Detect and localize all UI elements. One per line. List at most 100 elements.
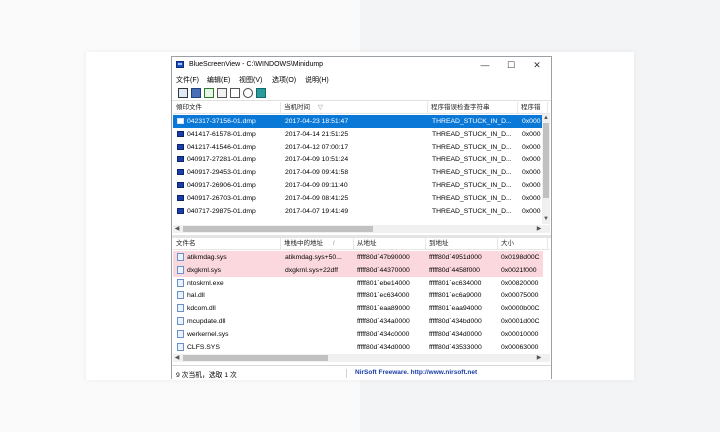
module-to-address: fffff801`ec6a9000 — [429, 292, 482, 300]
dump-row[interactable]: 040917-29453-01.dmp 2017-04-09 09:41:58 … — [173, 166, 543, 179]
module-row[interactable]: dxgkrnl.sys dxgkrnl.sys+22dff fffff80d`4… — [173, 263, 543, 277]
dump-bug-code: 0x000 — [522, 169, 541, 177]
dump-bug-code: 0x000 — [522, 207, 541, 215]
menu-help[interactable]: 说明(H) — [305, 75, 329, 85]
sort-arrow-icon: / — [332, 240, 335, 247]
dump-list: 傾印文件 当机时间 ▽ 程序错误检查字符串 程序错 042317-37156-0… — [173, 102, 550, 235]
module-list: 文件名 堆栈中的地址 / 从地址 到地址 大小 atikmdag.sys ati… — [173, 238, 550, 364]
module-row[interactable]: mcupdate.dll fffff80d`434a0000 fffff80d`… — [173, 315, 543, 328]
driver-file-icon — [177, 291, 184, 300]
html-report-icon[interactable] — [217, 88, 227, 98]
module-row[interactable]: ntoskrnl.exe fffff801`ebe14000 fffff801`… — [173, 277, 543, 290]
dump-bug-code: 0x000 — [522, 118, 541, 125]
dump-row[interactable]: 040717-29875-01.dmp 2017-04-07 19:41:49 … — [173, 205, 543, 218]
module-size: 0x0021f000 — [501, 266, 537, 274]
dump-bug-string: THREAD_STUCK_IN_D... — [432, 169, 512, 177]
scroll-up-icon[interactable]: ▲ — [542, 114, 550, 122]
module-name: ntoskrnl.exe — [187, 279, 224, 287]
scroll-down-icon[interactable]: ▼ — [542, 215, 550, 223]
column-stack-address[interactable]: 堆栈中的地址 / — [281, 238, 354, 249]
app-icon — [176, 61, 184, 68]
scroll-right-icon[interactable]: ▶ — [535, 354, 543, 362]
module-from-address: fffff80d`47b90000 — [357, 254, 410, 261]
module-stack-address — [285, 277, 354, 290]
dump-bug-string: THREAD_STUCK_IN_D... — [432, 182, 512, 189]
module-size: 0x00010000 — [501, 330, 539, 338]
dump-crash-time: 2017-04-09 08:41:25 — [285, 194, 349, 202]
bluescreenview-window: BlueScreenView - C:\WINDOWS\Minidump — ☐… — [171, 56, 552, 379]
dump-file-icon — [177, 118, 184, 124]
scroll-thumb[interactable] — [183, 355, 328, 361]
dump-file-icon — [177, 143, 184, 150]
module-row[interactable]: werkernel.sys fffff80d`434c0000 fffff80d… — [173, 328, 543, 341]
column-from-address[interactable]: 从地址 — [354, 238, 426, 249]
driver-file-icon — [177, 317, 184, 325]
dump-file-name: 040917-29453-01.dmp — [187, 169, 256, 177]
exit-icon[interactable] — [256, 88, 266, 98]
module-stack-address — [285, 341, 354, 354]
column-bug-check-code[interactable]: 程序错 — [518, 102, 548, 113]
dump-row[interactable]: 041217-41546-01.dmp 2017-04-12 07:00:17 … — [173, 141, 543, 154]
column-to-address[interactable]: 到地址 — [426, 238, 498, 249]
module-to-address: fffff801`eaa94000 — [429, 305, 482, 313]
column-file-name[interactable]: 文件名 — [173, 238, 281, 249]
module-from-address: fffff80d`434d0000 — [357, 343, 410, 351]
dump-row[interactable]: 041417-61578-01.dmp 2017-04-14 21:51:25 … — [173, 128, 543, 141]
driver-file-icon — [177, 265, 184, 274]
maximize-button[interactable]: ☐ — [497, 57, 525, 73]
copy-icon[interactable] — [204, 88, 214, 98]
dump-file-name: 040717-29875-01.dmp — [187, 207, 256, 215]
dump-row[interactable]: 040917-27281-01.dmp 2017-04-09 10:51:24 … — [173, 153, 543, 166]
module-row[interactable]: kdcom.dll fffff801`eaa89000 fffff801`eaa… — [173, 302, 543, 315]
driver-file-icon — [177, 342, 184, 351]
menu-options[interactable]: 选项(O) — [272, 75, 296, 85]
dump-bug-string: THREAD_STUCK_IN_D... — [432, 207, 512, 215]
sort-arrow-icon: ▽ — [317, 104, 323, 111]
dump-row[interactable]: 042317-37156-01.dmp 2017-04-23 18:51:47 … — [173, 115, 543, 128]
dump-bug-code: 0x000 — [522, 194, 541, 202]
module-row[interactable]: CLFS.SYS fffff80d`434d0000 fffff80d`4353… — [173, 341, 543, 354]
minimize-button[interactable]: — — [471, 57, 499, 73]
nirsoft-link[interactable]: NirSoft Freeware. http://www.nirsoft.net — [355, 369, 477, 376]
driver-file-icon — [177, 253, 184, 261]
module-list-horizontal-scrollbar[interactable]: ◀ ▶ — [173, 354, 550, 362]
column-dump-file[interactable]: 傾印文件 — [173, 102, 281, 113]
dump-file-icon — [177, 182, 184, 188]
scroll-thumb[interactable] — [543, 123, 549, 198]
close-button[interactable]: ✕ — [523, 57, 551, 73]
title-bar[interactable]: BlueScreenView - C:\WINDOWS\Minidump — ☐… — [172, 57, 551, 73]
properties-icon[interactable] — [178, 88, 188, 98]
scroll-left-icon[interactable]: ◀ — [173, 225, 181, 233]
dump-bug-string: THREAD_STUCK_IN_D... — [432, 156, 512, 164]
menu-edit[interactable]: 编辑(E) — [207, 75, 230, 85]
module-from-address: fffff801`eaa89000 — [357, 305, 410, 313]
dump-list-horizontal-scrollbar[interactable]: ◀ ▶ — [173, 225, 550, 233]
dump-bug-string: THREAD_STUCK_IN_D... — [432, 143, 512, 151]
find-icon[interactable] — [243, 88, 253, 98]
menu-file[interactable]: 文件(F) — [176, 75, 199, 85]
column-bug-check-string[interactable]: 程序错误检查字符串 — [428, 102, 518, 113]
dump-crash-time: 2017-04-09 10:51:24 — [285, 156, 349, 164]
options-icon[interactable] — [230, 88, 240, 98]
module-from-address: fffff80d`44370000 — [357, 266, 410, 274]
save-icon[interactable] — [191, 88, 201, 98]
menu-view[interactable]: 视图(V) — [239, 75, 262, 85]
column-size[interactable]: 大小 — [498, 238, 548, 249]
module-row[interactable]: atikmdag.sys atikmdag.sys+50... fffff80d… — [173, 251, 543, 264]
dump-list-vertical-scrollbar[interactable]: ▲ ▼ — [542, 114, 550, 224]
module-name: atikmdag.sys — [187, 254, 227, 261]
dump-row[interactable]: 040917-26906-01.dmp 2017-04-09 09:11:40 … — [173, 179, 543, 192]
module-name: dxgkrnl.sys — [187, 266, 221, 274]
module-to-address: fffff80d`434bd000 — [429, 318, 482, 325]
column-crash-time[interactable]: 当机时间 ▽ — [281, 102, 428, 113]
dump-row[interactable]: 040917-26703-01.dmp 2017-04-09 08:41:25 … — [173, 192, 543, 205]
scroll-thumb[interactable] — [183, 226, 373, 232]
dump-crash-time: 2017-04-14 21:51:25 — [285, 130, 349, 138]
module-stack-address — [285, 289, 354, 302]
scroll-left-icon[interactable]: ◀ — [173, 354, 181, 362]
module-row[interactable]: hal.dll fffff801`ec634000 fffff801`ec6a9… — [173, 289, 543, 302]
module-stack-address — [285, 302, 354, 315]
dump-crash-time: 2017-04-09 09:11:40 — [285, 182, 348, 189]
dump-file-name: 041217-41546-01.dmp — [187, 143, 256, 151]
scroll-right-icon[interactable]: ▶ — [535, 225, 543, 233]
